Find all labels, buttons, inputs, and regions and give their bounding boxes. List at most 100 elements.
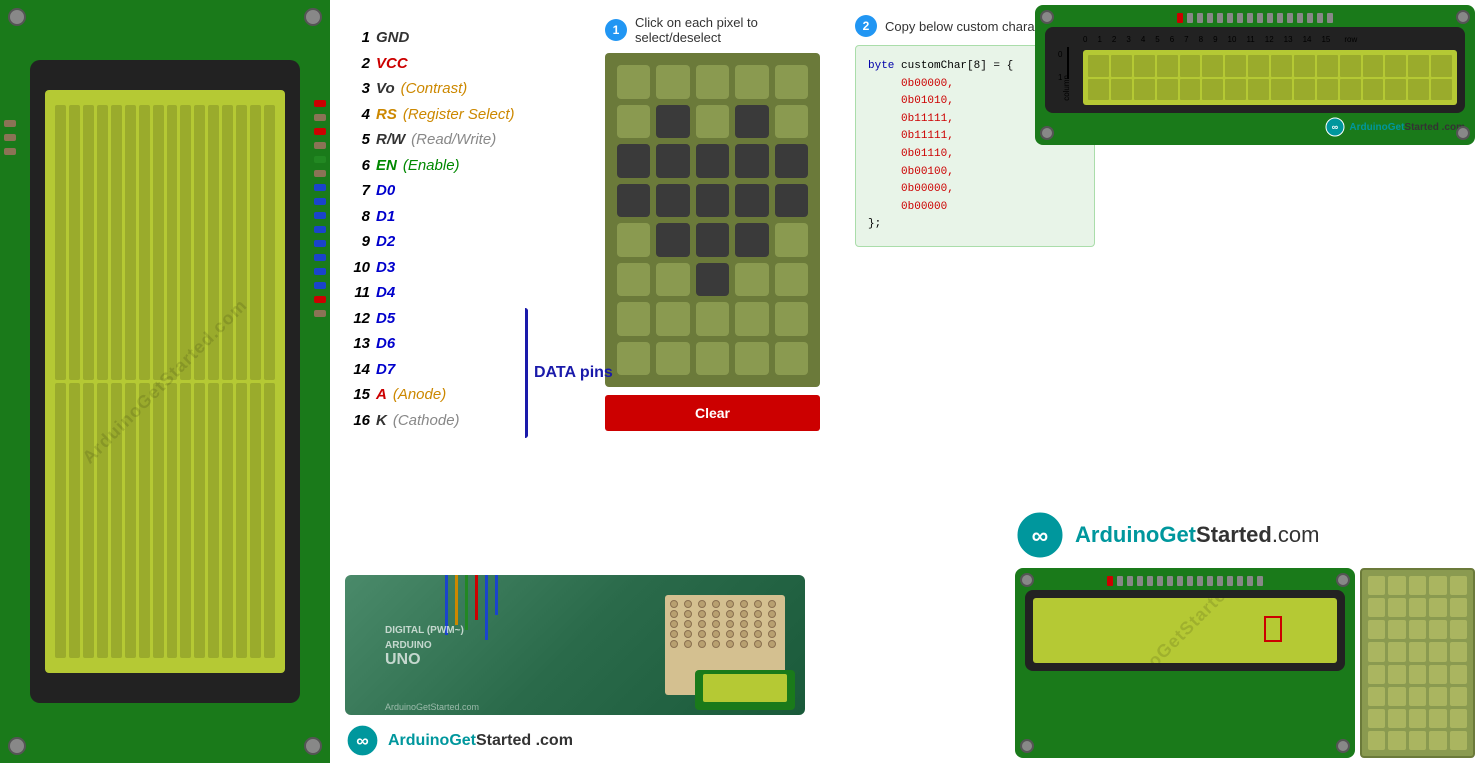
lcd-cell: [111, 383, 122, 658]
pixel-cell[interactable]: [656, 144, 689, 178]
pixel-cell[interactable]: [617, 65, 650, 99]
preview-cell: [1450, 598, 1467, 617]
pin-right-red: [314, 100, 326, 107]
code-value: 0b00000,: [901, 183, 954, 195]
preview-cell: [1429, 620, 1446, 639]
pixel-cell[interactable]: [617, 263, 650, 297]
pixel-cell[interactable]: [775, 263, 808, 297]
pixel-cell[interactable]: [656, 65, 689, 99]
lcd-cell: [250, 383, 261, 658]
pixel-cell[interactable]: [617, 184, 650, 218]
lcd-frame: ArduinoGetStarted.com: [30, 60, 300, 703]
breadboard-hole: [684, 600, 692, 608]
lcd-cell: [55, 105, 66, 380]
arduino-logo-small: ∞: [1325, 117, 1345, 137]
preview-cell: [1409, 642, 1426, 661]
pin-top: [1217, 13, 1223, 23]
pixel-cell[interactable]: [696, 263, 729, 297]
pin-top: [1227, 576, 1233, 586]
breadboard-hole: [684, 620, 692, 628]
top-right-lcd-cell: [1134, 79, 1155, 101]
pixel-cell[interactable]: [735, 342, 768, 376]
pixel-cell[interactable]: [735, 65, 768, 99]
pixel-cell[interactable]: [775, 144, 808, 178]
pixel-cell[interactable]: [656, 184, 689, 218]
pin-row: 11D4: [345, 280, 585, 306]
pixel-cell[interactable]: [735, 223, 768, 257]
pixel-cell[interactable]: [617, 223, 650, 257]
pixel-cell[interactable]: [735, 263, 768, 297]
top-right-lcd-cell: [1088, 79, 1109, 101]
code-value: 0b01110,: [901, 148, 954, 160]
pin-name: D6: [376, 331, 395, 357]
col-3: 3: [1126, 35, 1130, 44]
pixel-cell[interactable]: [656, 302, 689, 336]
pin-top: [1207, 13, 1213, 23]
pixel-cell[interactable]: [696, 105, 729, 139]
preview-cell: [1388, 731, 1405, 750]
top-right-lcd-cell: [1180, 55, 1201, 77]
brand-arduino-lg: Arduino: [1075, 522, 1159, 547]
pixel-cell[interactable]: [656, 105, 689, 139]
brand-get2: Get: [449, 732, 476, 749]
pixel-cell[interactable]: [775, 65, 808, 99]
pin-top: [1197, 13, 1203, 23]
pin-top: [1327, 13, 1333, 23]
pin-top: [1137, 576, 1143, 586]
preview-cell: [1429, 709, 1446, 728]
pixel-cell[interactable]: [775, 342, 808, 376]
top-right-lcd-cell: [1340, 55, 1361, 77]
pixel-cell[interactable]: [696, 184, 729, 218]
data-pins-label: DATA pins: [534, 364, 613, 382]
pixel-cell[interactable]: [696, 65, 729, 99]
pin-right-red: [314, 128, 326, 135]
pin-name: GND: [376, 25, 409, 51]
step1-text: Click on each pixel to select/deselect: [635, 15, 835, 45]
col-10: 10: [1228, 35, 1237, 44]
preview-cell: [1368, 665, 1385, 684]
pixel-cell[interactable]: [775, 184, 808, 218]
pixel-cell[interactable]: [775, 105, 808, 139]
pixel-grid[interactable]: [617, 65, 808, 375]
pixel-cell[interactable]: [656, 342, 689, 376]
col-7: 7: [1184, 35, 1188, 44]
pixel-cell[interactable]: [617, 342, 650, 376]
top-right-lcd-cell: [1385, 79, 1406, 101]
pixel-cell[interactable]: [696, 223, 729, 257]
uno-text2: ARDUINO: [385, 640, 464, 651]
bottom-pin-row: [1025, 576, 1345, 586]
pixel-cell[interactable]: [735, 302, 768, 336]
pixel-cell[interactable]: [656, 223, 689, 257]
lcd-cell: [55, 383, 66, 658]
pixel-cell[interactable]: [696, 144, 729, 178]
preview-cell: [1429, 598, 1446, 617]
clear-button[interactable]: Clear: [605, 395, 820, 431]
page: ArduinoGetStarted.com: [0, 0, 1480, 763]
pin-right: [314, 310, 326, 317]
preview-cell: [1450, 709, 1467, 728]
pixel-cell[interactable]: [617, 302, 650, 336]
lcd-cell: [264, 383, 275, 658]
pin-right-blue: [314, 184, 326, 191]
pixel-cell[interactable]: [696, 342, 729, 376]
pixel-cell[interactable]: [617, 144, 650, 178]
pixel-cell[interactable]: [617, 105, 650, 139]
pixel-cell[interactable]: [656, 263, 689, 297]
brand-started-lg: Started: [1196, 522, 1272, 547]
breadboard-hole: [740, 620, 748, 628]
preview-cell: [1429, 576, 1446, 595]
pin-top: [1117, 576, 1123, 586]
preview-cell: [1450, 576, 1467, 595]
pixel-cell[interactable]: [696, 302, 729, 336]
arduino-uno-label: DIGITAL (PWM~) ARDUINO UNO: [385, 625, 464, 669]
pixel-cell[interactable]: [735, 144, 768, 178]
pixel-cell[interactable]: [735, 105, 768, 139]
pixel-cell[interactable]: [735, 184, 768, 218]
col-6: 6: [1170, 35, 1174, 44]
pixel-cell[interactable]: [775, 302, 808, 336]
pin-top: [1127, 576, 1133, 586]
pixel-cell[interactable]: [775, 223, 808, 257]
char-highlight-box: [1264, 616, 1282, 642]
bolt-tr: [1456, 10, 1470, 24]
pin-top: [1287, 13, 1293, 23]
